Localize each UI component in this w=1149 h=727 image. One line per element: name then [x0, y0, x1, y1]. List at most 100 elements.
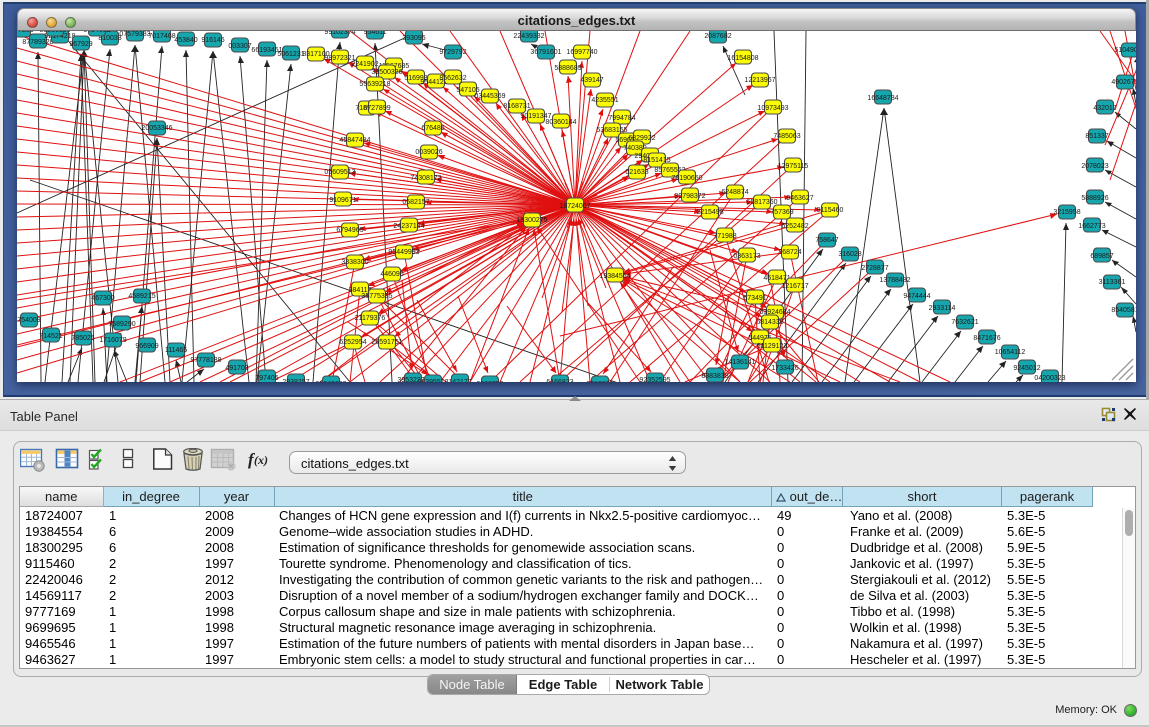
svg-text:467300: 467300: [91, 295, 114, 302]
svg-text:61129122: 61129122: [757, 343, 788, 350]
svg-text:7017468: 7017468: [148, 33, 175, 40]
svg-text:92352595: 92352595: [639, 377, 670, 382]
svg-text:8471676: 8471676: [973, 335, 1000, 342]
svg-text:714521: 714521: [39, 333, 62, 340]
svg-text:003307: 003307: [228, 43, 251, 50]
svg-text:453840: 453840: [174, 37, 197, 44]
svg-text:2728877: 2728877: [861, 265, 888, 272]
svg-text:9474444: 9474444: [903, 293, 930, 300]
svg-text:87789328: 87789328: [22, 39, 53, 46]
svg-text:5061231: 5061231: [277, 51, 304, 58]
svg-text:83266166: 83266166: [39, 31, 70, 34]
svg-text:673491: 673491: [743, 295, 766, 302]
svg-text:8540581: 8540581: [1111, 307, 1136, 314]
svg-text:3338300: 3338300: [341, 259, 368, 266]
svg-text:6727899: 6727899: [363, 105, 390, 112]
svg-text:111465: 111465: [165, 347, 187, 354]
svg-text:6814336: 6814336: [756, 319, 783, 326]
svg-text:4902673: 4902673: [1111, 79, 1136, 86]
svg-text:676486: 676486: [421, 125, 444, 132]
svg-text:80360144: 80360144: [545, 119, 576, 126]
svg-text:16997740: 16997740: [566, 49, 597, 56]
svg-text:1662773: 1662773: [1078, 223, 1105, 230]
svg-text:14136141: 14136141: [724, 359, 755, 366]
svg-text:439147: 439147: [580, 77, 603, 84]
svg-text:966909: 966909: [135, 343, 158, 350]
svg-text:1216717: 1216717: [781, 283, 808, 290]
svg-text:2078023: 2078023: [1081, 163, 1108, 170]
svg-text:95449993: 95449993: [388, 249, 419, 256]
svg-text:45847484: 45847484: [339, 137, 370, 144]
svg-text:35643633: 35643633: [315, 381, 346, 382]
svg-text:316028: 316028: [838, 251, 861, 258]
svg-text:6252954: 6252954: [339, 339, 366, 346]
svg-text:3312321: 3312321: [586, 381, 613, 382]
svg-text:07579383: 07579383: [119, 31, 150, 38]
svg-text:771988: 771988: [713, 233, 736, 240]
svg-text:13788482: 13788482: [879, 277, 910, 284]
svg-text:7485063: 7485063: [773, 133, 800, 140]
svg-text:12213967: 12213967: [744, 77, 775, 84]
svg-text:39798372: 39798372: [674, 193, 705, 200]
svg-text:18724007: 18724007: [559, 203, 590, 210]
svg-text:754009: 754009: [17, 317, 40, 324]
svg-text:0039026: 0039026: [415, 149, 442, 156]
svg-text:6166823: 6166823: [546, 379, 573, 382]
svg-text:78190650: 78190650: [671, 175, 702, 182]
svg-text:99102374: 99102374: [324, 31, 355, 36]
svg-text:954611: 954611: [364, 31, 387, 36]
svg-text:3215958: 3215958: [1053, 209, 1080, 216]
svg-text:6794965: 6794965: [336, 227, 363, 234]
svg-text:10654112: 10654112: [995, 349, 1026, 356]
svg-text:05609513: 05609513: [324, 169, 355, 176]
svg-text:7994784: 7994784: [608, 115, 635, 122]
svg-text:0363173: 0363173: [733, 253, 760, 260]
svg-text:0582157: 0582157: [402, 199, 429, 206]
svg-text:16648784: 16648784: [867, 95, 898, 102]
svg-text:021633: 021633: [625, 169, 648, 176]
svg-text:03445369: 03445369: [474, 93, 505, 100]
svg-text:04200323: 04200323: [1034, 375, 1065, 382]
svg-text:2938257: 2938257: [282, 379, 309, 382]
svg-text:97778188: 97778188: [190, 357, 221, 364]
svg-text:55639218: 55639218: [359, 81, 390, 88]
svg-text:868724: 868724: [778, 249, 801, 256]
svg-text:24237184: 24237184: [393, 223, 424, 230]
svg-text:01395518: 01395518: [417, 379, 448, 382]
svg-text:10973493: 10973493: [757, 105, 788, 112]
svg-text:(x): (x): [254, 453, 268, 467]
svg-text:9245012: 9245012: [1013, 365, 1040, 372]
svg-text:74308172: 74308172: [410, 175, 441, 182]
svg-text:757369: 757369: [770, 209, 793, 216]
svg-text:797405: 797405: [255, 375, 278, 382]
svg-text:2087682: 2087682: [704, 33, 731, 40]
svg-text:491703: 491703: [225, 365, 248, 372]
svg-text:785025: 785025: [71, 335, 94, 342]
svg-text:8562632: 8562632: [439, 75, 466, 82]
svg-text:3113361: 3113361: [1099, 279, 1126, 286]
svg-text:36791601: 36791601: [530, 49, 561, 56]
svg-text:19384554: 19384554: [599, 273, 630, 280]
svg-text:6248874: 6248874: [721, 189, 748, 196]
svg-text:446090: 446090: [380, 271, 403, 278]
svg-text:142177: 142177: [448, 379, 471, 382]
svg-text:39500326: 39500326: [371, 69, 402, 76]
svg-text:65817360: 65817360: [746, 199, 777, 206]
svg-text:432017: 432017: [1093, 105, 1116, 112]
svg-text:758647: 758647: [815, 237, 838, 244]
svg-text:7589290: 7589290: [108, 321, 135, 328]
svg-text:16154808: 16154808: [727, 55, 758, 62]
svg-text:8168731: 8168731: [503, 103, 530, 110]
svg-text:4589215: 4589215: [128, 293, 155, 300]
svg-text:0494032: 0494032: [83, 31, 110, 34]
svg-text:5888926: 5888926: [1081, 195, 1108, 202]
svg-text:1733426: 1733426: [771, 365, 798, 372]
svg-text:9109671: 9109671: [329, 197, 356, 204]
svg-text:35775355: 35775355: [361, 293, 392, 300]
svg-text:12975115: 12975115: [778, 163, 809, 170]
svg-text:21179376: 21179376: [355, 315, 386, 322]
svg-text:7632621: 7632621: [951, 319, 978, 326]
svg-text:9463627: 9463627: [786, 195, 813, 202]
svg-text:4235551: 4235551: [591, 97, 618, 104]
svg-text:20053346: 20053346: [141, 125, 172, 132]
